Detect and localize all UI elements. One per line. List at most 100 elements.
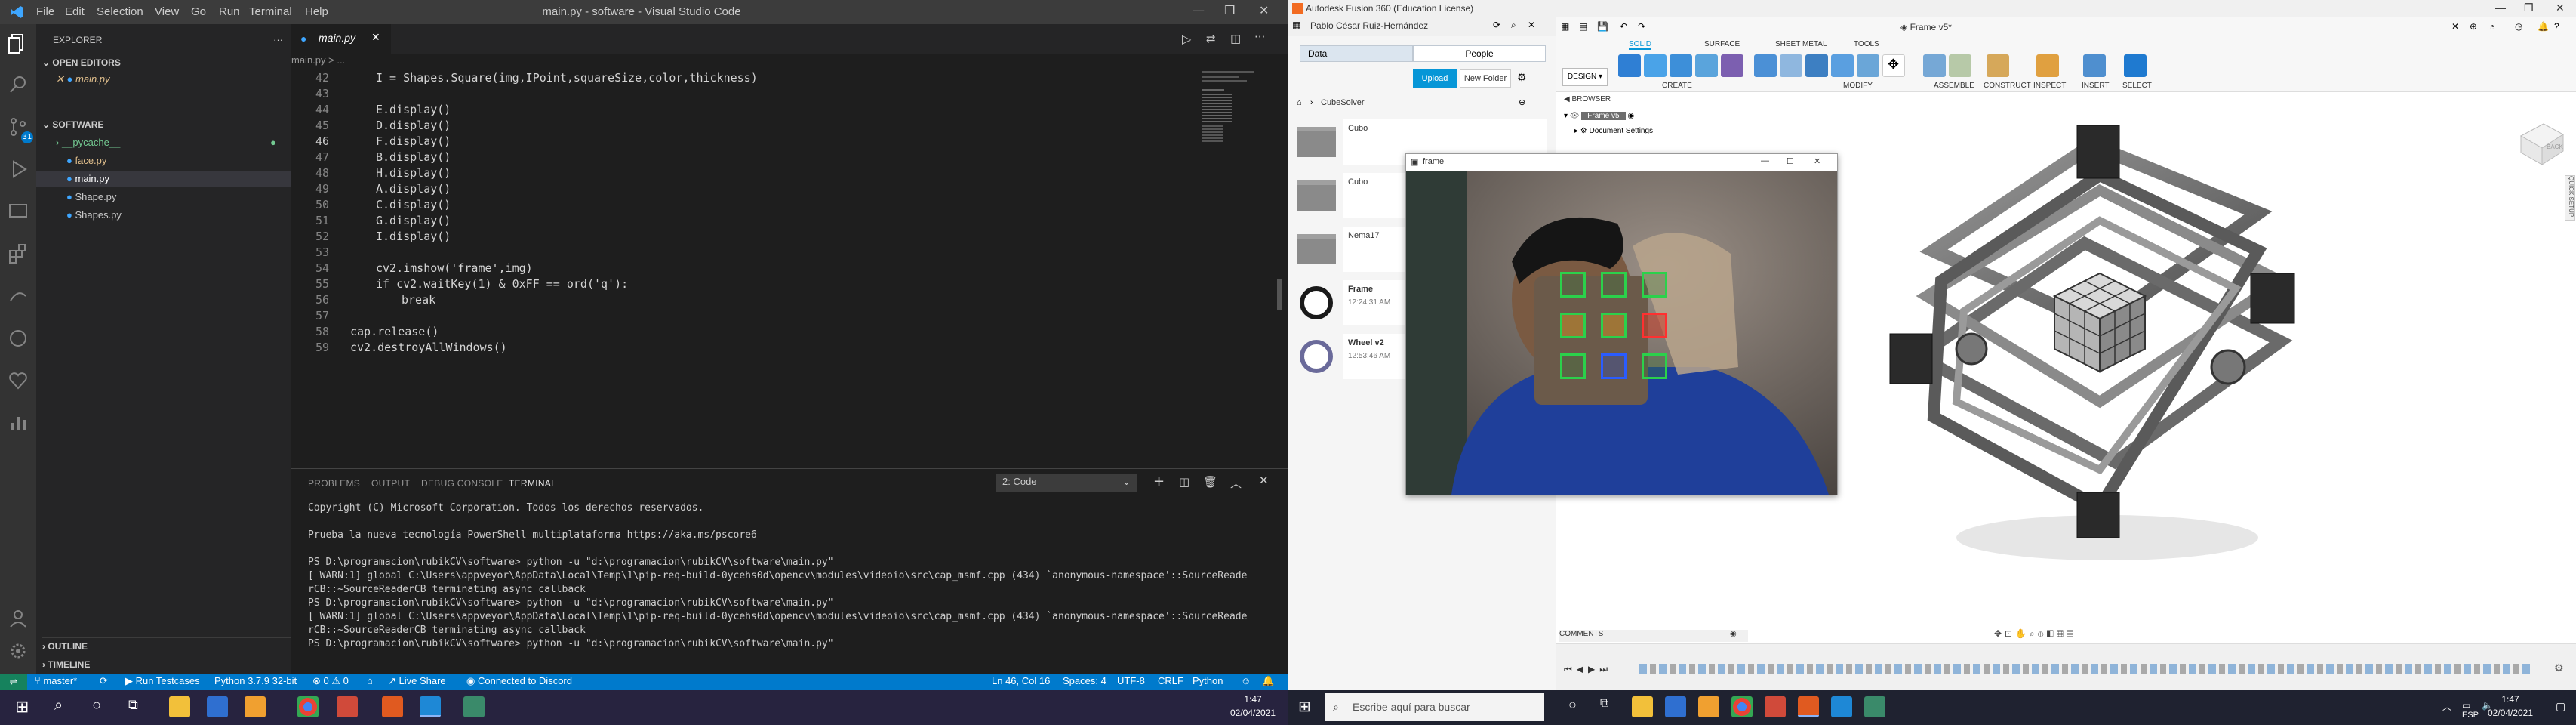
construct-group[interactable]: CONSTRUCT <box>1984 82 2031 90</box>
viewcube[interactable]: BACK <box>2513 113 2566 166</box>
language-mode[interactable]: Python <box>1193 675 1223 686</box>
problems-count[interactable]: ⊗ 0 ⚠ 0 <box>312 675 349 687</box>
select-icon[interactable] <box>2124 54 2147 77</box>
minimap[interactable] <box>1200 71 1273 162</box>
chamfer-icon[interactable] <box>1805 54 1828 77</box>
notifications-icon[interactable]: 🔔 <box>2538 21 2549 32</box>
explorer-icon[interactable] <box>8 33 29 54</box>
move-icon[interactable]: ✥ <box>1882 54 1905 77</box>
timeline-playback-controls[interactable]: ⏮◀▶⏭ <box>1564 664 1612 675</box>
form-icon[interactable] <box>1721 54 1743 77</box>
line-ending[interactable]: CRLF <box>1158 675 1183 686</box>
encoding[interactable]: UTF-8 <box>1117 675 1145 686</box>
fusion-close-icon[interactable]: ✕ <box>2556 2 2565 14</box>
timeline-features[interactable] <box>1639 664 2530 674</box>
python-taskbar-icon[interactable] <box>463 696 485 717</box>
code-line[interactable]: D.display() <box>376 119 451 132</box>
browser-header[interactable]: ◀ BROWSER <box>1564 95 1748 107</box>
terminal-output[interactable]: Copyright (C) Microsoft Corporation. Tod… <box>291 502 1288 668</box>
cortana-icon[interactable]: ○ <box>1568 697 1577 713</box>
joint-icon[interactable] <box>1949 54 1971 77</box>
tab-people[interactable]: People <box>1413 45 1546 62</box>
code-line[interactable]: break <box>402 293 435 307</box>
redo-icon[interactable]: ↷ <box>1638 21 1645 32</box>
open-changes-icon[interactable]: ⇄ <box>1206 32 1216 45</box>
cortana-icon[interactable]: ○ <box>92 697 101 714</box>
close-panel-icon[interactable]: ✕ <box>1259 474 1269 487</box>
file-face[interactable]: ● face.py <box>66 153 106 169</box>
cube-solver-model[interactable] <box>1873 115 2341 575</box>
file-main[interactable]: ● main.py <box>36 171 291 187</box>
code-line[interactable]: I.display() <box>376 230 451 243</box>
grid-icon[interactable]: ▦ <box>1292 20 1300 30</box>
home-icon[interactable]: ⌂ <box>367 675 373 686</box>
tab-close-icon[interactable]: ✕ <box>371 31 380 44</box>
split-editor-icon[interactable]: ◫ <box>1230 32 1241 45</box>
upload-button[interactable]: Upload <box>1413 69 1457 88</box>
store-icon[interactable] <box>1665 696 1686 717</box>
help-icon[interactable]: ? <box>2554 21 2559 32</box>
extrude-icon[interactable] <box>1644 54 1667 77</box>
browser-root[interactable]: ▾ 👁 Frame v5 ◉ <box>1564 112 1715 124</box>
code-line[interactable]: B.display() <box>376 150 451 164</box>
tab-main-py[interactable]: ● main.py ✕ <box>291 24 391 54</box>
notification-center-icon[interactable]: ▢ <box>2556 700 2565 713</box>
code-line[interactable]: cv2.imshow('frame',img) <box>376 261 533 275</box>
navigation-bar[interactable]: ✥⊡✋⌕⊕◧▦▤ <box>1994 628 2175 642</box>
editor-scrollbar[interactable] <box>1277 279 1282 310</box>
job-status-icon[interactable]: ◷ <box>2515 21 2522 32</box>
stats-icon[interactable] <box>8 412 29 433</box>
tab-data[interactable]: Data <box>1300 45 1413 62</box>
vscode-taskbar-icon[interactable] <box>420 696 441 717</box>
file-menu-icon[interactable]: ▤ <box>1579 21 1587 32</box>
live-share-icon[interactable] <box>8 285 29 307</box>
folder-section[interactable]: ⌄ SOFTWARE <box>42 116 103 133</box>
apps-grid-icon[interactable]: ▦ <box>1561 21 1569 32</box>
new-folder-button[interactable]: New Folder <box>1460 69 1511 88</box>
file-pycache[interactable]: › __pycache__ ● <box>56 134 290 151</box>
settings-gear-icon[interactable] <box>8 640 29 662</box>
doc-tab-close-icon[interactable]: ✕ <box>2451 21 2459 32</box>
menu-file[interactable]: File <box>36 5 54 18</box>
git-branch[interactable]: ⑂ master* <box>35 675 77 686</box>
terminal-select[interactable]: 2: Code ⌄ <box>996 474 1137 492</box>
close-panel-icon[interactable]: ✕ <box>1528 20 1535 30</box>
open-editors-section[interactable]: ⌄ OPEN EDITORS <box>42 54 121 71</box>
search-icon[interactable] <box>8 74 29 95</box>
code-line[interactable]: A.display() <box>376 182 451 196</box>
fusion-taskbar-icon[interactable] <box>1798 696 1819 717</box>
search-icon[interactable]: ⌕ <box>54 697 63 714</box>
file-shape[interactable]: ● Shape.py <box>66 189 116 205</box>
code-line[interactable]: cap.release() <box>350 325 439 338</box>
undo-icon[interactable]: ↶ <box>1620 21 1627 32</box>
save-icon[interactable]: 💾 <box>1597 21 1608 32</box>
tab-sheet-metal[interactable]: SHEET METAL <box>1775 40 1827 48</box>
mail-icon[interactable] <box>1698 696 1719 717</box>
create-group[interactable]: CREATE <box>1662 82 1692 90</box>
code-line[interactable]: C.display() <box>376 198 451 211</box>
create-sketch-icon[interactable] <box>1618 54 1641 77</box>
extensions-icon[interactable] <box>8 243 29 264</box>
press-pull-icon[interactable] <box>1754 54 1777 77</box>
opencv-frame-window[interactable]: ▣ frame — ☐ ✕ <box>1405 153 1838 495</box>
run-testcases[interactable]: ▶ Run Testcases <box>125 675 200 687</box>
hole-icon[interactable] <box>1695 54 1718 77</box>
code-line[interactable]: E.display() <box>376 103 451 116</box>
project-name[interactable]: CubeSolver <box>1321 98 1364 107</box>
live-share[interactable]: ↗ Live Share <box>388 675 446 687</box>
tab-solid[interactable]: SOLID <box>1629 40 1652 50</box>
code-editor[interactable]: 42 I = Shapes.Square(img,IPoint,squareSiz… <box>291 71 1273 464</box>
tab-surface[interactable]: SURFACE <box>1704 40 1740 48</box>
code-line[interactable]: H.display() <box>376 166 451 180</box>
shell-icon[interactable] <box>1831 54 1854 77</box>
insert-group[interactable]: INSERT <box>2082 82 2110 90</box>
file-shapes[interactable]: ● Shapes.py <box>66 207 122 224</box>
maximize-panel-icon[interactable]: ︿ <box>1230 475 1242 491</box>
clock-time-left[interactable]: 1:47 <box>1208 694 1298 705</box>
document-settings[interactable]: ▸ ⚙ Document Settings <box>1574 127 1725 139</box>
comments-toggle-icon[interactable]: ◉ <box>1730 630 1737 638</box>
refresh-icon[interactable]: ⟳ <box>1493 20 1500 30</box>
insert-image-icon[interactable] <box>2083 54 2106 77</box>
store-icon[interactable] <box>207 696 228 717</box>
online-status-icon[interactable]: ◔ <box>2489 21 2494 32</box>
